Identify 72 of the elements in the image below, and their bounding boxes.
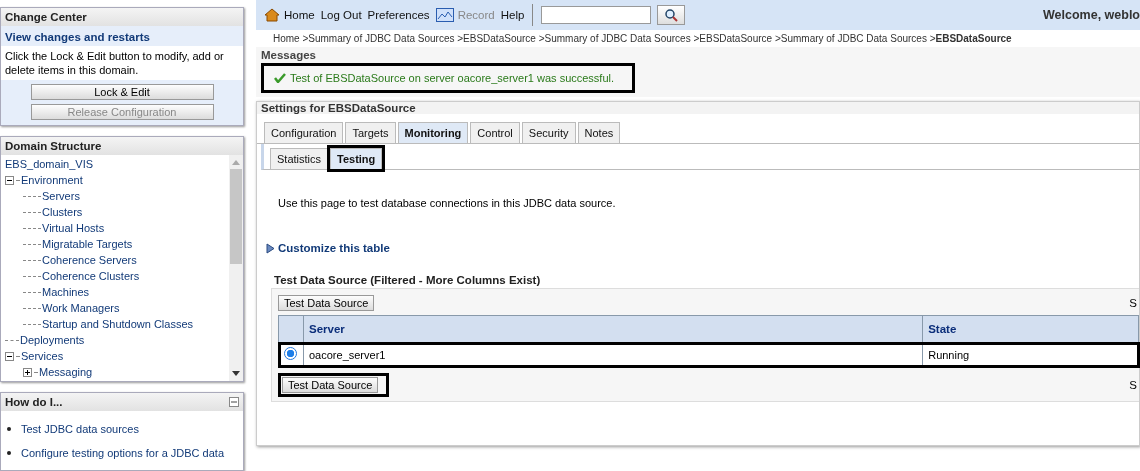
home-icon: [264, 7, 280, 23]
tree-item[interactable]: Migratable Targets: [42, 236, 133, 252]
tree-item[interactable]: Messaging: [39, 364, 93, 380]
sub-tab[interactable]: Testing: [330, 148, 383, 169]
toolbar-link[interactable]: Preferences: [367, 9, 430, 21]
bullet-icon: [7, 451, 11, 455]
intro-text: Use this page to test database connections in this JDBC data source.: [277, 196, 617, 209]
tree-item[interactable]: Clusters: [42, 204, 83, 220]
tab[interactable]: Notes: [577, 122, 621, 143]
tree-item[interactable]: Deployments: [20, 332, 85, 348]
tab[interactable]: Targets: [345, 122, 396, 143]
toolbar-link[interactable]: Help: [500, 9, 525, 21]
panel-subtitle: View changes and restarts: [1, 26, 243, 46]
column-header[interactable]: Server: [303, 315, 923, 343]
tree-item[interactable]: Startup and Shutdown Classes: [42, 316, 194, 332]
breadcrumb-link[interactable]: EBSDataSource >: [463, 33, 545, 44]
search-button[interactable]: [657, 5, 686, 25]
table-title: Test Data Source (Filtered - More Columns Exist): [274, 274, 542, 286]
column-header[interactable]: State: [922, 315, 1139, 343]
tab[interactable]: Security: [521, 122, 576, 143]
tree-item[interactable]: Servers: [42, 188, 80, 204]
breadcrumb-link[interactable]: Summary of JDBC Data Sources >: [780, 33, 936, 44]
tree-item[interactable]: Coherence Servers: [42, 252, 137, 268]
table-row[interactable]: oacore_server1 Running: [278, 342, 1139, 367]
welcome-text: Welcome, weblo: [1043, 8, 1140, 22]
search-field[interactable]: [541, 6, 652, 24]
tree-item[interactable]: Work Managers: [42, 300, 120, 316]
info-text: Click the Lock & Edit button to modify, add or delete items in this domain.: [1, 46, 243, 80]
success-message: Test of EBSDataSource on server oacore_server1 was successful.: [261, 63, 635, 93]
panel-title: Change Center: [1, 8, 243, 26]
breadcrumb-link[interactable]: Home >: [273, 33, 309, 44]
table-cell: Running: [922, 342, 1139, 367]
customize-link[interactable]: Customize this table: [266, 242, 390, 254]
expand-icon[interactable]: [23, 367, 32, 377]
tree-item[interactable]: Environment: [21, 172, 83, 188]
panel-title: Domain Structure: [1, 137, 243, 155]
tab[interactable]: Control: [470, 122, 520, 143]
scrollbar[interactable]: [229, 155, 243, 381]
lock-edit-button[interactable]: Lock & Edit: [30, 84, 214, 100]
pager-text: S: [1129, 379, 1138, 391]
sub-tab[interactable]: Statistics: [270, 148, 328, 169]
tree-item[interactable]: Services: [21, 348, 64, 364]
bullet-icon: [7, 427, 11, 431]
tab[interactable]: Configuration: [264, 122, 344, 143]
settings-title: Settings for EBSDataSource: [257, 102, 1139, 114]
tree-item[interactable]: Virtual Hosts: [42, 220, 105, 236]
tree-item[interactable]: Machines: [42, 284, 90, 300]
test-data-source-button[interactable]: Test Data Source: [282, 377, 379, 393]
tab[interactable]: Monitoring: [397, 122, 469, 143]
breadcrumb-link[interactable]: EBSDataSource >: [699, 33, 781, 44]
radio-button[interactable]: [284, 347, 297, 360]
tree-item[interactable]: Coherence Clusters: [42, 268, 140, 284]
how-to-link[interactable]: Configure testing options for a JDBC data: [21, 441, 224, 465]
search-icon: [664, 8, 679, 22]
test-data-source-button[interactable]: Test Data Source: [278, 295, 375, 311]
table-cell: oacore_server1: [303, 342, 923, 367]
breadcrumb-link[interactable]: Summary of JDBC Data Sources >: [308, 33, 464, 44]
panel-title: How do I...: [5, 396, 63, 408]
how-to-link[interactable]: Test JDBC data sources: [21, 417, 139, 441]
messages-title: Messages: [261, 49, 317, 61]
collapse-icon[interactable]: [5, 175, 14, 185]
toolbar-link[interactable]: Home: [264, 7, 315, 23]
breadcrumb-link[interactable]: Summary of JDBC Data Sources >: [544, 33, 700, 44]
tree-root[interactable]: EBS_domain_VIS: [5, 158, 94, 170]
scroll-down-icon[interactable]: [232, 371, 240, 377]
check-icon: [274, 73, 286, 83]
collapse-icon[interactable]: [5, 351, 14, 361]
breadcrumb-current: EBSDataSource: [935, 33, 1012, 44]
toolbar-link[interactable]: Log Out: [320, 9, 362, 21]
triangle-icon: [266, 242, 275, 254]
chart-icon: [435, 8, 454, 22]
pager-text: S: [1129, 297, 1138, 309]
